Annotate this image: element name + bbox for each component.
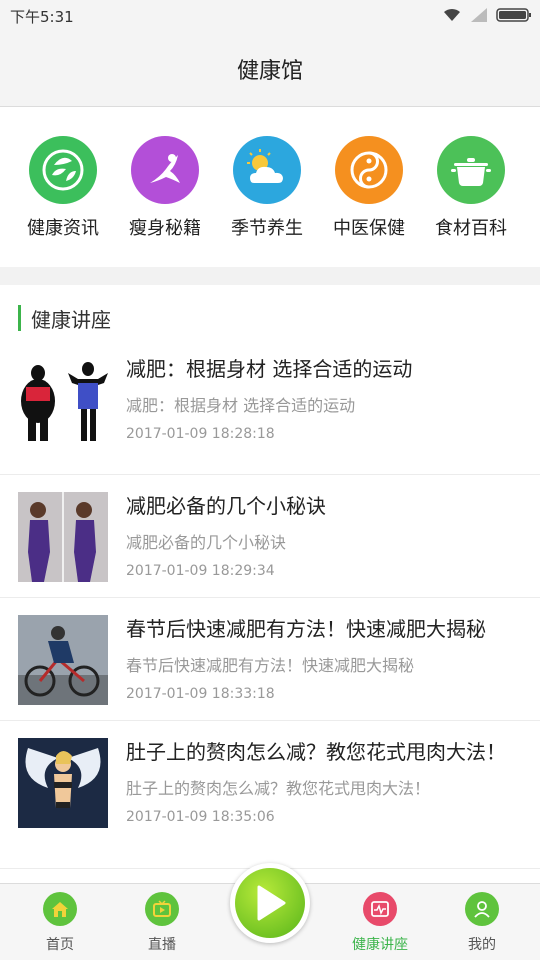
article-thumbnail bbox=[18, 615, 108, 705]
article-time: 2017-01-09 18:29:34 bbox=[126, 563, 275, 579]
article-list: 减肥：根据身材 选择合适的运动 减肥：根据身材 选择合适的运动 2017-01-… bbox=[0, 351, 540, 869]
article-item[interactable]: 减肥必备的几个小秘诀 减肥必备的几个小秘诀 2017-01-09 18:29:3… bbox=[0, 475, 540, 598]
tab-live[interactable]: 直播 bbox=[111, 884, 213, 960]
article-thumbnail bbox=[18, 355, 108, 445]
category-tcm[interactable]: 中医保健 bbox=[318, 136, 420, 267]
status-bar: 下午5:31 bbox=[0, 0, 540, 31]
leaf-icon bbox=[29, 136, 97, 204]
article-title: 减肥：根据身材 选择合适的运动 bbox=[126, 357, 413, 381]
article-time: 2017-01-09 18:33:18 bbox=[126, 686, 275, 702]
play-button[interactable] bbox=[230, 863, 310, 943]
tab-label: 健康讲座 bbox=[352, 937, 408, 953]
tab-label: 直播 bbox=[148, 937, 176, 953]
weather-icon bbox=[233, 136, 301, 204]
app-header: 健康馆 bbox=[0, 31, 540, 107]
article-item[interactable]: 春节后快速减肥有方法！快速减肥大揭秘 春节后快速减肥有方法！快速减肥大揭秘 20… bbox=[0, 598, 540, 721]
category-slimming[interactable]: 瘦身秘籍 bbox=[114, 136, 216, 267]
category-label: 中医保健 bbox=[333, 218, 405, 239]
article-title: 减肥必备的几个小秘诀 bbox=[126, 494, 326, 518]
section-divider bbox=[0, 267, 540, 285]
category-grid: 健康资讯 瘦身秘籍 季节养生 中医保健 食材百科 bbox=[0, 107, 540, 267]
home-icon bbox=[43, 892, 77, 926]
category-seasonal[interactable]: 季节养生 bbox=[216, 136, 318, 267]
taiji-icon bbox=[335, 136, 403, 204]
heart-monitor-icon bbox=[363, 892, 397, 926]
play-icon bbox=[235, 868, 305, 938]
page-title: 健康馆 bbox=[236, 58, 303, 84]
article-subtitle: 春节后快速减肥有方法！快速减肥大揭秘 bbox=[126, 656, 415, 675]
tab-health-lectures[interactable]: 健康讲座 bbox=[329, 884, 431, 960]
category-label: 季节养生 bbox=[231, 218, 303, 239]
category-label: 瘦身秘籍 bbox=[129, 218, 201, 239]
person-icon bbox=[465, 892, 499, 926]
article-title: 春节后快速减肥有方法！快速减肥大揭秘 bbox=[126, 617, 486, 641]
tab-label: 首页 bbox=[46, 937, 74, 953]
pot-icon bbox=[437, 136, 505, 204]
battery-icon bbox=[496, 8, 531, 22]
tv-icon bbox=[145, 892, 179, 926]
article-title: 肚子上的赘肉怎么减？教您花式甩肉大法！ bbox=[126, 740, 506, 764]
yoga-icon bbox=[131, 136, 199, 204]
category-label: 食材百科 bbox=[435, 218, 507, 239]
signal-icon bbox=[471, 8, 487, 22]
article-item[interactable]: 肚子上的赘肉怎么减？教您花式甩肉大法！ 肚子上的赘肉怎么减？教您花式甩肉大法！ … bbox=[0, 721, 540, 869]
article-thumbnail bbox=[18, 492, 108, 582]
tab-label: 我的 bbox=[468, 937, 496, 953]
category-health-news[interactable]: 健康资讯 bbox=[12, 136, 114, 267]
article-item[interactable]: 减肥：根据身材 选择合适的运动 减肥：根据身材 选择合适的运动 2017-01-… bbox=[0, 351, 540, 475]
section-accent-bar bbox=[18, 305, 21, 331]
article-subtitle: 减肥必备的几个小秘诀 bbox=[126, 533, 287, 552]
category-label: 健康资讯 bbox=[27, 218, 99, 239]
status-time: 下午5:31 bbox=[10, 8, 74, 26]
tab-home[interactable]: 首页 bbox=[9, 884, 111, 960]
category-ingredients[interactable]: 食材百科 bbox=[420, 136, 522, 267]
section-header: 健康讲座 bbox=[0, 285, 540, 351]
status-icons bbox=[442, 7, 532, 23]
section-title: 健康讲座 bbox=[31, 307, 111, 332]
article-time: 2017-01-09 18:28:18 bbox=[126, 426, 275, 442]
article-time: 2017-01-09 18:35:06 bbox=[126, 809, 275, 825]
article-subtitle: 肚子上的赘肉怎么减？教您花式甩肉大法！ bbox=[126, 779, 431, 798]
article-subtitle: 减肥：根据身材 选择合适的运动 bbox=[126, 396, 356, 415]
wifi-icon bbox=[444, 8, 460, 21]
tab-mine[interactable]: 我的 bbox=[431, 884, 533, 960]
article-thumbnail bbox=[18, 738, 108, 828]
